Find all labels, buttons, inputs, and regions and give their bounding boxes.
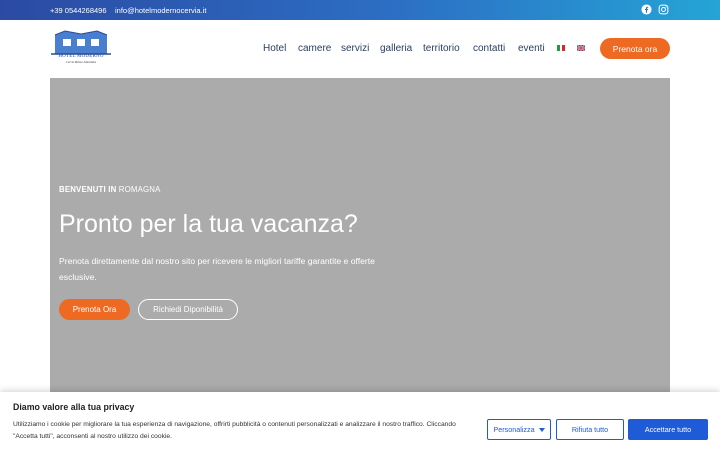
cookie-banner: Diamo valore alla tua privacy Utilizziam… (0, 392, 720, 450)
cookie-text: Utilizziamo i cookie per migliorare la t… (13, 421, 456, 440)
top-bar: +39 0544268496 info@hotelmodernocervia.i… (0, 0, 720, 20)
cookie-accept-button[interactable]: Accettare tutto (628, 419, 708, 440)
cookie-title: Diamo valore alla tua privacy (13, 402, 135, 412)
phone-link[interactable]: +39 0544268496 (50, 6, 107, 15)
book-now-button[interactable]: Prenota ora (600, 38, 670, 59)
hero-availability-button[interactable]: Richiedi Diponibilità (138, 299, 238, 320)
cookie-reject-button[interactable]: Rifiuta tutto (556, 419, 624, 440)
logo-name: HOTEL MODERNO (58, 54, 104, 59)
hotel-logo-icon (51, 30, 111, 55)
cookie-personalize-button[interactable]: Personalizza (487, 419, 551, 440)
nav-item-hotel[interactable]: Hotel (263, 43, 286, 54)
hero-book-button[interactable]: Prenota Ora (59, 299, 130, 320)
hotel-logo[interactable]: HOTEL MODERNO Cervia Milano Marittima (51, 29, 111, 67)
nav-item-camere[interactable]: camere (298, 43, 331, 54)
nav-item-galleria[interactable]: galleria (380, 43, 412, 54)
en-flag-icon[interactable] (577, 45, 585, 51)
hero-title: Pronto per la tua vacanza? (59, 210, 358, 238)
nav-item-territorio[interactable]: territorio (423, 43, 460, 54)
email-link[interactable]: info@hotelmodernocervia.it (115, 6, 206, 15)
hero-description: Prenota direttamente dal nostro sito per… (59, 256, 375, 282)
facebook-icon[interactable] (641, 4, 652, 15)
it-flag-icon[interactable] (557, 45, 566, 51)
nav-item-contatti[interactable]: contatti (473, 43, 505, 54)
hero-eyebrow: BENVENUTI IN ROMAGNA (59, 185, 161, 194)
logo-subtitle: Cervia Milano Marittima (65, 60, 97, 64)
instagram-icon[interactable] (658, 4, 669, 15)
chevron-down-icon (538, 427, 545, 432)
nav-item-eventi[interactable]: eventi (518, 43, 545, 54)
nav-item-servizi[interactable]: servizi (341, 43, 369, 54)
